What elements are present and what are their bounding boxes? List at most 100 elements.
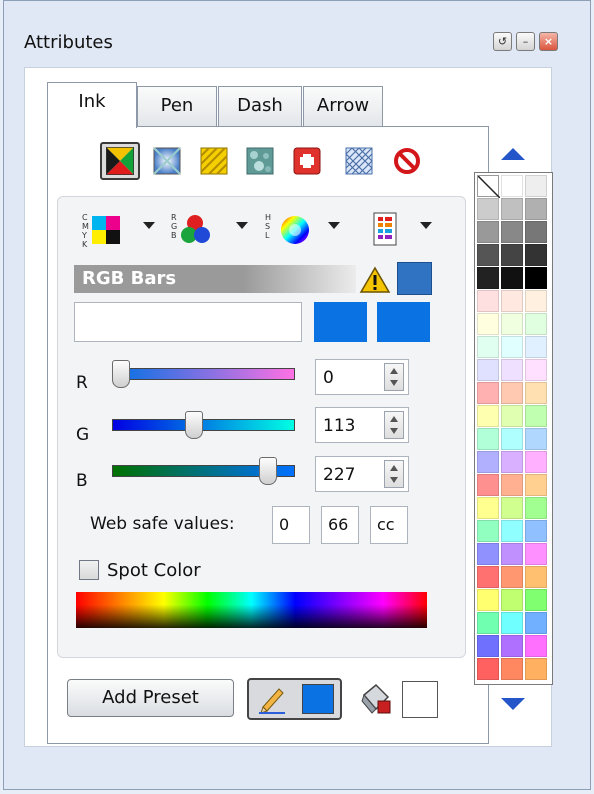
tab-arrow[interactable]: Arrow bbox=[303, 86, 383, 126]
palette-swatch[interactable] bbox=[477, 520, 499, 542]
palette-swatch[interactable] bbox=[525, 198, 547, 220]
hatch-fill-icon[interactable] bbox=[344, 146, 374, 176]
palette-swatch[interactable] bbox=[477, 244, 499, 266]
palette-swatch[interactable] bbox=[501, 221, 523, 243]
red-slider-track[interactable] bbox=[112, 368, 295, 380]
palette-swatch[interactable] bbox=[501, 497, 523, 519]
palette-swatch[interactable] bbox=[477, 635, 499, 657]
color-spectrum[interactable] bbox=[76, 592, 427, 628]
palette-swatch[interactable] bbox=[525, 635, 547, 657]
palette-none-swatch[interactable] bbox=[477, 175, 501, 199]
palette-swatch[interactable] bbox=[477, 543, 499, 565]
close-icon[interactable]: × bbox=[539, 32, 558, 51]
palette-swatch[interactable] bbox=[477, 359, 499, 381]
palette-swatch[interactable] bbox=[501, 474, 523, 496]
palette-swatch[interactable] bbox=[525, 451, 547, 473]
palette-swatch[interactable] bbox=[525, 244, 547, 266]
palette-swatch[interactable] bbox=[501, 520, 523, 542]
add-preset-button[interactable]: Add Preset bbox=[67, 679, 234, 717]
palette-swatch[interactable] bbox=[477, 290, 499, 312]
texture-fill-icon[interactable] bbox=[245, 146, 275, 176]
image-fill-icon[interactable] bbox=[292, 146, 322, 176]
blue-spinner-icon[interactable] bbox=[384, 460, 404, 488]
web-safe-blue[interactable]: cc bbox=[370, 506, 408, 544]
red-value-field[interactable]: 0 bbox=[315, 359, 409, 395]
hsl-dropdown-icon[interactable] bbox=[328, 222, 340, 229]
web-safe-red[interactable]: 0 bbox=[272, 506, 310, 544]
palette-swatch[interactable] bbox=[501, 313, 523, 335]
cmyk-model-icon[interactable]: C M Y K bbox=[81, 212, 128, 258]
palette-swatch[interactable] bbox=[525, 658, 547, 680]
palette-swatch[interactable] bbox=[525, 267, 547, 289]
ink-target-toggle[interactable] bbox=[247, 678, 342, 720]
green-slider-thumb[interactable] bbox=[185, 411, 204, 439]
no-fill-icon[interactable] bbox=[392, 146, 422, 176]
palette-model-icon[interactable] bbox=[373, 212, 397, 250]
palette-swatch[interactable] bbox=[477, 428, 499, 450]
palette-swatch[interactable] bbox=[477, 589, 499, 611]
palette-swatch[interactable] bbox=[477, 336, 499, 358]
cmyk-dropdown-icon[interactable] bbox=[143, 222, 155, 229]
blue-slider-thumb[interactable] bbox=[258, 457, 277, 485]
palette-swatch[interactable] bbox=[501, 428, 523, 450]
palette-scroll-up-icon[interactable] bbox=[501, 148, 525, 160]
tab-dash[interactable]: Dash bbox=[218, 86, 302, 126]
palette-swatch[interactable] bbox=[525, 336, 547, 358]
palette-swatch[interactable] bbox=[525, 405, 547, 427]
palette-swatch[interactable] bbox=[501, 589, 523, 611]
palette-swatch[interactable] bbox=[477, 497, 499, 519]
palette-dropdown-icon[interactable] bbox=[420, 222, 432, 229]
palette-swatch[interactable] bbox=[477, 405, 499, 427]
palette-swatch[interactable] bbox=[501, 451, 523, 473]
palette-swatch[interactable] bbox=[477, 451, 499, 473]
palette-swatch[interactable] bbox=[525, 428, 547, 450]
palette-swatch[interactable] bbox=[525, 382, 547, 404]
palette-swatch[interactable] bbox=[501, 612, 523, 634]
palette-swatch[interactable] bbox=[525, 221, 547, 243]
paint-bucket-icon[interactable] bbox=[358, 683, 394, 721]
palette-swatch[interactable] bbox=[501, 382, 523, 404]
palette-swatch[interactable] bbox=[477, 474, 499, 496]
solid-fill-icon[interactable] bbox=[100, 142, 140, 180]
palette-swatch[interactable] bbox=[525, 359, 547, 381]
palette-swatch[interactable] bbox=[525, 543, 547, 565]
palette-swatch[interactable] bbox=[501, 198, 523, 220]
palette-swatch[interactable] bbox=[525, 175, 547, 197]
palette-swatch[interactable] bbox=[501, 566, 523, 588]
palette-swatch[interactable] bbox=[501, 244, 523, 266]
palette-swatch[interactable] bbox=[477, 382, 499, 404]
palette-swatch[interactable] bbox=[501, 543, 523, 565]
hex-value-input[interactable] bbox=[74, 302, 302, 342]
palette-swatch[interactable] bbox=[501, 359, 523, 381]
palette-swatch[interactable] bbox=[501, 336, 523, 358]
palette-swatch[interactable] bbox=[501, 175, 523, 197]
palette-swatch[interactable] bbox=[477, 198, 499, 220]
red-spinner-icon[interactable] bbox=[384, 363, 404, 391]
web-safe-green[interactable]: 66 bbox=[321, 506, 359, 544]
minimize-icon[interactable]: – bbox=[516, 32, 535, 51]
palette-swatch[interactable] bbox=[501, 635, 523, 657]
rgb-model-icon[interactable]: R G B bbox=[171, 212, 221, 258]
palette-swatch[interactable] bbox=[477, 566, 499, 588]
tab-pen[interactable]: Pen bbox=[137, 86, 217, 126]
palette-swatch[interactable] bbox=[501, 658, 523, 680]
green-spinner-icon[interactable] bbox=[384, 411, 404, 439]
palette-swatch[interactable] bbox=[501, 405, 523, 427]
palette-scroll-down-icon[interactable] bbox=[501, 698, 525, 710]
palette-swatch[interactable] bbox=[525, 589, 547, 611]
palette-swatch[interactable] bbox=[525, 497, 547, 519]
pattern-fill-icon[interactable] bbox=[199, 146, 229, 176]
green-value-field[interactable]: 113 bbox=[315, 407, 409, 443]
palette-swatch[interactable] bbox=[477, 267, 499, 289]
palette-swatch[interactable] bbox=[477, 221, 499, 243]
palette-swatch[interactable] bbox=[501, 290, 523, 312]
palette-swatch[interactable] bbox=[477, 658, 499, 680]
palette-swatch[interactable] bbox=[477, 313, 499, 335]
green-slider-track[interactable] bbox=[112, 419, 295, 431]
fill-color-swatch[interactable] bbox=[402, 681, 438, 718]
palette-swatch[interactable] bbox=[525, 566, 547, 588]
blue-value-field[interactable]: 227 bbox=[315, 456, 409, 492]
palette-swatch[interactable] bbox=[477, 612, 499, 634]
rgb-dropdown-icon[interactable] bbox=[236, 222, 248, 229]
gradient-fill-icon[interactable] bbox=[152, 146, 182, 176]
